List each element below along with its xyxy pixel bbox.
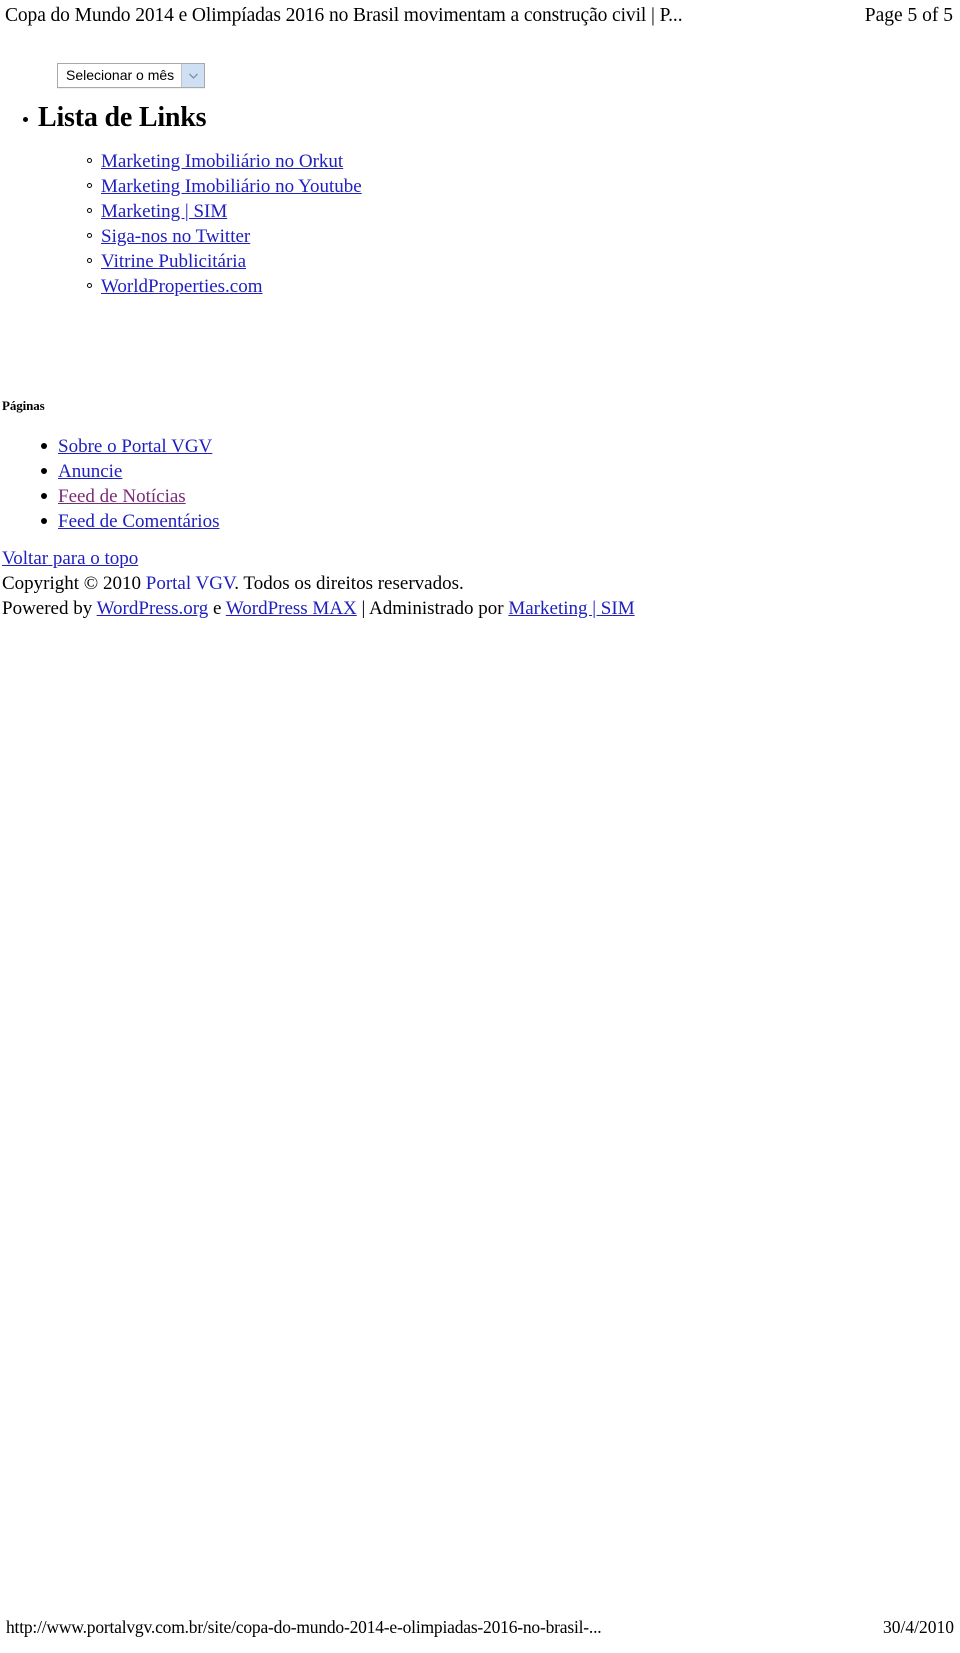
links-widget: Lista de Links Marketing Imobiliário no …	[0, 100, 620, 299]
print-footer: http://www.portalvgv.com.br/site/copa-do…	[0, 1609, 960, 1653]
link-anuncie[interactable]: Anuncie	[58, 461, 122, 482]
list-item: Anuncie	[41, 459, 620, 484]
copyright-prefix: Copyright © 2010	[2, 573, 146, 594]
link-feed-de-noticias[interactable]: Feed de Notícias	[58, 486, 186, 507]
link-wordpress-max[interactable]: WordPress MAX	[226, 598, 357, 619]
list-item: Vitrine Publicitária	[87, 249, 620, 274]
pages-list: Sobre o Portal VGV Anuncie Feed de Notíc…	[0, 434, 620, 534]
copyright-line: Copyright © 2010 Portal VGV. Todos os di…	[2, 571, 902, 596]
links-list: Marketing Imobiliário no Orkut Marketing…	[38, 149, 620, 299]
link-marketing-orkut[interactable]: Marketing Imobiliário no Orkut	[101, 151, 343, 172]
link-sobre-o-portal-vgv[interactable]: Sobre o Portal VGV	[58, 436, 212, 457]
list-item: WorldProperties.com	[87, 274, 620, 299]
link-feed-de-comentarios[interactable]: Feed de Comentários	[58, 511, 219, 532]
back-to-top-line: Voltar para o topo	[2, 546, 902, 571]
list-item: Marketing Imobiliário no Youtube	[87, 174, 620, 199]
page-indicator: Page 5 of 5	[864, 5, 953, 26]
list-item: Siga-nos no Twitter	[87, 224, 620, 249]
link-marketing-youtube[interactable]: Marketing Imobiliário no Youtube	[101, 176, 362, 197]
print-header: Copa do Mundo 2014 e Olimpíadas 2016 no …	[0, 0, 960, 34]
links-widget-title: Lista de Links	[38, 102, 207, 133]
month-select-wrapper: Selecionar o mês	[57, 63, 206, 88]
list-item: Feed de Comentários	[41, 509, 620, 534]
back-to-top-link[interactable]: Voltar para o topo	[2, 548, 138, 569]
site-footer: Voltar para o topo Copyright © 2010 Port…	[2, 546, 902, 621]
link-marketing-sim-footer[interactable]: Marketing | SIM	[508, 598, 634, 619]
chevron-down-icon[interactable]	[181, 64, 205, 87]
print-footer-date: 30/4/2010	[883, 1617, 954, 1637]
widget-outer-list: Lista de Links Marketing Imobiliário no …	[0, 100, 620, 299]
link-vitrine-publicitaria[interactable]: Vitrine Publicitária	[101, 251, 246, 272]
list-item: Feed de Notícias	[41, 484, 620, 509]
month-select[interactable]: Selecionar o mês	[57, 63, 206, 88]
list-item: Marketing Imobiliário no Orkut	[87, 149, 620, 174]
link-worldproperties[interactable]: WorldProperties.com	[101, 276, 263, 297]
powered-by-line: Powered by WordPress.org e WordPress MAX…	[2, 596, 902, 621]
links-widget-item: Lista de Links Marketing Imobiliário no …	[23, 100, 620, 299]
powered-prefix: Powered by	[2, 598, 97, 619]
pages-widget: Páginas Sobre o Portal VGV Anuncie Feed …	[0, 398, 620, 534]
month-select-label: Selecionar o mês	[66, 67, 175, 83]
link-wordpress-org[interactable]: WordPress.org	[97, 598, 209, 619]
link-siga-nos-twitter[interactable]: Siga-nos no Twitter	[101, 226, 250, 247]
print-footer-url: http://www.portalvgv.com.br/site/copa-do…	[6, 1617, 602, 1637]
link-marketing-sim[interactable]: Marketing | SIM	[101, 201, 227, 222]
list-item: Marketing | SIM	[87, 199, 620, 224]
powered-mid: e	[208, 598, 226, 619]
link-portal-vgv[interactable]: Portal VGV	[146, 573, 235, 594]
powered-admin-prefix: | Administrado por	[356, 598, 509, 619]
pages-widget-heading: Páginas	[2, 398, 45, 413]
document-title: Copa do Mundo 2014 e Olimpíadas 2016 no …	[5, 5, 683, 26]
copyright-suffix: . Todos os direitos reservados.	[234, 573, 464, 594]
list-item: Sobre o Portal VGV	[41, 434, 620, 459]
